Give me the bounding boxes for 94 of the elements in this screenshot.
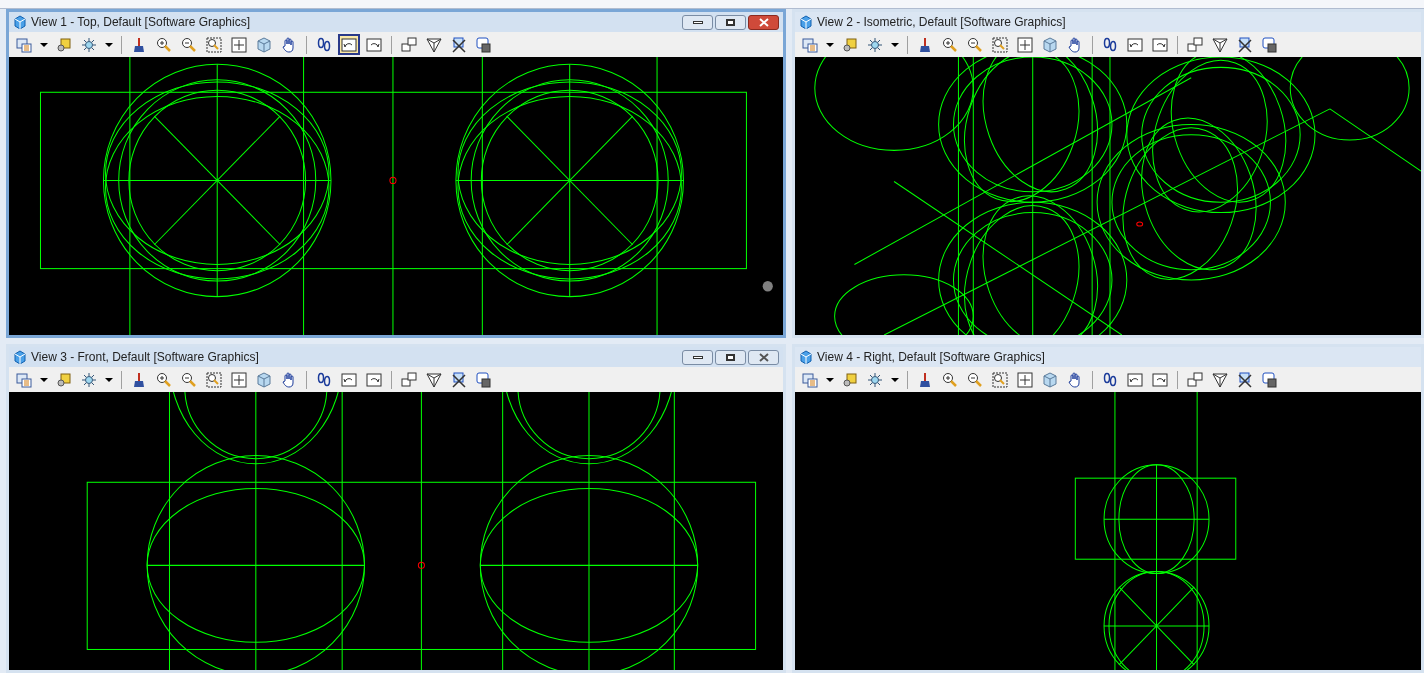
caret-icon: [40, 377, 48, 382]
clip-volume-icon: [426, 36, 442, 53]
view-attributes-icon: [802, 371, 818, 388]
copy-view-icon: [1187, 36, 1203, 53]
view-title: View 2 - Isometric, Default [Software Graphics]: [817, 14, 1066, 31]
clip-volume-icon: [426, 371, 442, 388]
cube-icon: [1042, 371, 1058, 388]
view-icon: [799, 350, 813, 364]
caret-icon: [826, 377, 834, 382]
window-zoom-icon: [992, 36, 1008, 53]
sun-icon: [867, 371, 883, 388]
zoom-in-icon: [156, 371, 172, 388]
paintbrush-icon: [131, 371, 147, 388]
paintbrush-icon: [917, 371, 933, 388]
zoom-out-icon: [967, 36, 983, 53]
hand-icon: [1067, 36, 1083, 53]
view-title: View 3 - Front, Default [Software Graphics]: [31, 349, 259, 366]
view-attributes-icon: [802, 36, 818, 53]
cube-icon: [256, 371, 272, 388]
copy-view-icon: [1187, 371, 1203, 388]
fit-view-icon: [231, 36, 247, 53]
copy-view-icon: [401, 36, 417, 53]
cube-icon: [1042, 36, 1058, 53]
view-icon: [799, 15, 813, 29]
view-attributes-icon: [16, 371, 32, 388]
close-icon: [758, 352, 769, 362]
camera-icon: [476, 36, 492, 53]
paintbrush-icon: [131, 36, 147, 53]
footprints-icon: [316, 36, 332, 53]
dice-icon: [56, 371, 72, 388]
zoom-out-icon: [967, 371, 983, 388]
dice-icon: [56, 36, 72, 53]
next-view-icon: [366, 36, 382, 53]
zoom-in-icon: [942, 371, 958, 388]
hand-icon: [281, 371, 297, 388]
fit-view-icon: [1017, 371, 1033, 388]
clip-mask-icon: [1237, 36, 1253, 53]
zoom-out-icon: [181, 36, 197, 53]
clip-volume-icon: [1212, 371, 1228, 388]
footprints-icon: [316, 371, 332, 388]
maximize-button[interactable]: [715, 14, 746, 30]
next-view-icon: [1152, 371, 1168, 388]
view-attributes-icon: [16, 36, 32, 53]
view-title: View 4 - Right, Default [Software Graphics]: [817, 349, 1045, 366]
clip-mask-icon: [451, 371, 467, 388]
caret-icon: [105, 42, 113, 47]
maximize-button[interactable]: [715, 349, 746, 365]
dot-icon: [762, 281, 773, 292]
copy-view-icon: [401, 371, 417, 388]
footprints-icon: [1102, 36, 1118, 53]
sun-icon: [81, 36, 97, 53]
dice-icon: [842, 371, 858, 388]
camera-icon: [1262, 371, 1278, 388]
zoom-in-icon: [156, 36, 172, 53]
hand-icon: [1067, 371, 1083, 388]
zoom-out-icon: [181, 371, 197, 388]
fit-view-icon: [1017, 36, 1033, 53]
previous-view-icon: [1127, 371, 1143, 388]
close-button[interactable]: [748, 349, 779, 365]
caret-icon: [826, 42, 834, 47]
hand-icon: [281, 36, 297, 53]
window-zoom-icon: [206, 371, 222, 388]
close-button[interactable]: [748, 14, 779, 30]
toolbar-button[interactable]: [338, 34, 360, 55]
minimize-button[interactable]: [682, 349, 713, 365]
previous-view-icon: [1127, 36, 1143, 53]
next-view-icon: [1152, 36, 1168, 53]
footprints-icon: [1102, 371, 1118, 388]
camera-icon: [476, 371, 492, 388]
window-zoom-icon: [206, 36, 222, 53]
previous-view-icon: [341, 36, 357, 53]
caret-icon: [40, 42, 48, 47]
camera-icon: [1262, 36, 1278, 53]
view-icon: [13, 350, 27, 364]
caret-icon: [891, 42, 899, 47]
window-zoom-icon: [992, 371, 1008, 388]
dice-icon: [842, 36, 858, 53]
clip-mask-icon: [451, 36, 467, 53]
zoom-in-icon: [942, 36, 958, 53]
caret-icon: [891, 377, 899, 382]
next-view-icon: [366, 371, 382, 388]
sun-icon: [81, 371, 97, 388]
minimize-button[interactable]: [682, 14, 713, 30]
close-icon: [758, 17, 769, 27]
fit-view-icon: [231, 371, 247, 388]
caret-icon: [105, 377, 113, 382]
previous-view-icon: [341, 371, 357, 388]
view-icon: [13, 15, 27, 29]
clip-mask-icon: [1237, 371, 1253, 388]
view-title: View 1 - Top, Default [Software Graphics]: [31, 14, 250, 31]
sun-icon: [867, 36, 883, 53]
paintbrush-icon: [917, 36, 933, 53]
clip-volume-icon: [1212, 36, 1228, 53]
cube-icon: [256, 36, 272, 53]
